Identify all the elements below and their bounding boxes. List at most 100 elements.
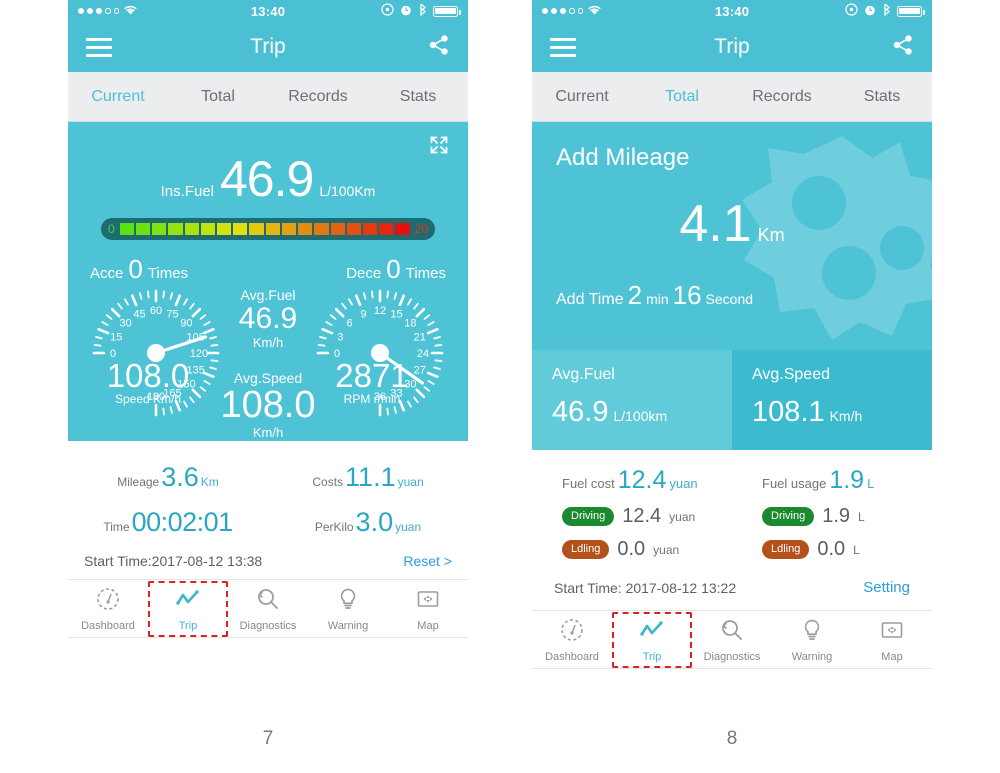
avg-fuel-value: 46.9 <box>238 302 298 335</box>
tabbar-item-trip[interactable]: Trip <box>612 612 692 668</box>
hamburger-menu-icon[interactable] <box>86 37 112 57</box>
stat-mileage: Mileage 3.6 Km <box>68 455 268 500</box>
fuel-cost-driving-row: Driving 12.4 yuan <box>562 505 732 528</box>
page-title: Trip <box>250 35 286 58</box>
gauge-tick <box>363 292 367 300</box>
dece-label: Dece <box>346 265 382 282</box>
stat-label: Time <box>103 520 130 534</box>
fullscreen-expand-icon[interactable] <box>428 134 450 161</box>
tab-total[interactable]: Total <box>168 88 268 106</box>
fuel-gauge-segment <box>233 223 248 235</box>
segment-tabs: Current Total Records Stats <box>68 72 468 122</box>
gauge-tick <box>110 307 121 318</box>
battery-icon <box>433 5 461 17</box>
tab-total[interactable]: Total <box>632 88 732 106</box>
tabbar-item-map[interactable]: Map <box>388 586 468 632</box>
stat-label: Mileage <box>117 475 160 489</box>
fuel-gauge-segment <box>314 223 329 235</box>
phone-screen-right: 13:40 Trip Current Total Records Stats A… <box>532 0 932 710</box>
fuel-cost-driving-value: 12.4 <box>622 505 662 527</box>
fuel-gauge-segment <box>265 223 280 235</box>
gauge-tick <box>105 314 113 320</box>
tabbar-item-diagnostics[interactable]: Diagnostics <box>692 617 772 663</box>
stat-unit: yuan <box>397 475 424 489</box>
fuel-gauge-max: 20 <box>414 222 428 236</box>
fuel-usage-driving-row: Driving 1.9 L <box>762 505 932 528</box>
tab-stats[interactable]: Stats <box>832 88 932 106</box>
fuel-cost-idling-value: 0.0 <box>617 538 646 560</box>
gauge-tick <box>371 290 374 299</box>
add-time-seconds: 16 <box>672 280 702 310</box>
tabbar-item-diagnostics[interactable]: Diagnostics <box>228 586 308 632</box>
tab-records[interactable]: Records <box>732 88 832 106</box>
fuel-cost-idling-row: Ldling 0.0 yuan <box>562 538 732 561</box>
gauge-tick <box>162 290 165 299</box>
fuel-gauge-segment <box>362 223 378 235</box>
gauges-area: 0 15 30 45 60 75 90 105 120 135 150 165 180 108.0 Spee… <box>82 281 454 440</box>
stat-label: Costs <box>312 475 344 489</box>
tabbar-item-map[interactable]: Map <box>852 617 932 663</box>
tab-current[interactable]: Current <box>68 88 168 106</box>
fuel-gauge-segment <box>200 223 215 235</box>
stats-row: Time 00:02:01 PerKilo 3.0 yuan <box>68 500 468 545</box>
reset-button[interactable]: Reset > <box>403 553 452 569</box>
alarm-clock-icon <box>400 4 412 19</box>
segment-tabs: Current Total Records Stats <box>532 72 932 122</box>
tabbar-item-trip[interactable]: Trip <box>148 581 228 637</box>
fuel-gauge-segment <box>298 223 313 235</box>
fuel-gauge-segment <box>330 223 345 235</box>
instant-fuel-readout: Ins.Fuel 46.9 L/100Km <box>82 154 454 204</box>
share-icon[interactable] <box>428 34 450 61</box>
hamburger-menu-icon[interactable] <box>550 37 576 57</box>
nav-bar: Trip <box>68 22 468 72</box>
stat-unit: Km <box>200 475 219 489</box>
stats-row: Mileage 3.6 Km Costs 11.1 yuan <box>68 455 468 500</box>
tab-records[interactable]: Records <box>268 88 368 106</box>
fuel-gauge-bar: 0 20 <box>101 218 435 240</box>
fuel-breakdown-block: Fuel cost 12.4 yuan Driving 12.4 yuan Ld… <box>532 450 932 567</box>
trip-stats-grid: Mileage 3.6 Km Costs 11.1 yuan Time 00:0… <box>68 441 468 547</box>
status-bar: 13:40 <box>532 0 932 22</box>
setting-button[interactable]: Setting <box>863 579 910 596</box>
gauge-tick <box>415 388 426 399</box>
tab-current[interactable]: Current <box>532 88 632 106</box>
page-number-right: 8 <box>726 728 738 749</box>
stat-value: 3.6 <box>161 462 199 492</box>
idling-badge: Ldling <box>762 539 810 560</box>
gauge-tick <box>393 292 397 300</box>
rotation-lock-icon <box>845 3 858 19</box>
gauge-tick-label: 30 <box>119 318 131 330</box>
tab-stats[interactable]: Stats <box>368 88 468 106</box>
gauge-tick <box>124 298 129 306</box>
fuel-gauge-segment <box>249 223 264 235</box>
gauge-tick-label: 75 <box>166 308 178 320</box>
fuel-gauge-segment <box>119 223 134 235</box>
gauge-tick <box>169 292 173 300</box>
bluetooth-icon <box>418 3 427 19</box>
add-mileage-unit: Km <box>757 225 785 245</box>
gauge-tick <box>139 292 143 300</box>
fuel-gauge-segment <box>346 223 361 235</box>
gauge-tick <box>433 336 441 340</box>
gauge-tick <box>97 327 110 335</box>
share-icon[interactable] <box>892 34 914 61</box>
gauge-tick <box>398 294 406 307</box>
acce-label: Acce <box>90 265 124 282</box>
fuel-usage-value: 1.9 <box>829 466 865 494</box>
fuel-usage-driving-value: 1.9 <box>822 505 851 527</box>
trip-line-chart-icon <box>639 617 665 648</box>
tabbar-item-warning[interactable]: Warning <box>308 586 388 632</box>
nav-bar: Trip <box>532 22 932 72</box>
add-time-label: Add Time <box>556 291 624 308</box>
averages-row: Avg.Fuel 46.9 L/100km Avg.Speed 108.1 Km… <box>532 350 932 450</box>
gauge-tick-label: 9 <box>360 308 366 320</box>
phone-screenshot-right: 13:40 Trip Current Total Records Stats A… <box>532 0 932 710</box>
fuel-gauge-min: 0 <box>108 222 115 236</box>
start-time-text: Start Time: 2017-08-12 13:22 <box>554 579 737 596</box>
gauge-tick <box>427 321 435 326</box>
tabbar-item-warning[interactable]: Warning <box>772 617 852 663</box>
fuel-usage-label: Fuel usage <box>762 476 827 491</box>
tabbar-item-dashboard[interactable]: Dashboard <box>68 586 148 632</box>
screenshot-stage: 13:40 Trip Current Total Records Stats I… <box>0 0 1000 773</box>
tabbar-item-dashboard[interactable]: Dashboard <box>532 617 612 663</box>
